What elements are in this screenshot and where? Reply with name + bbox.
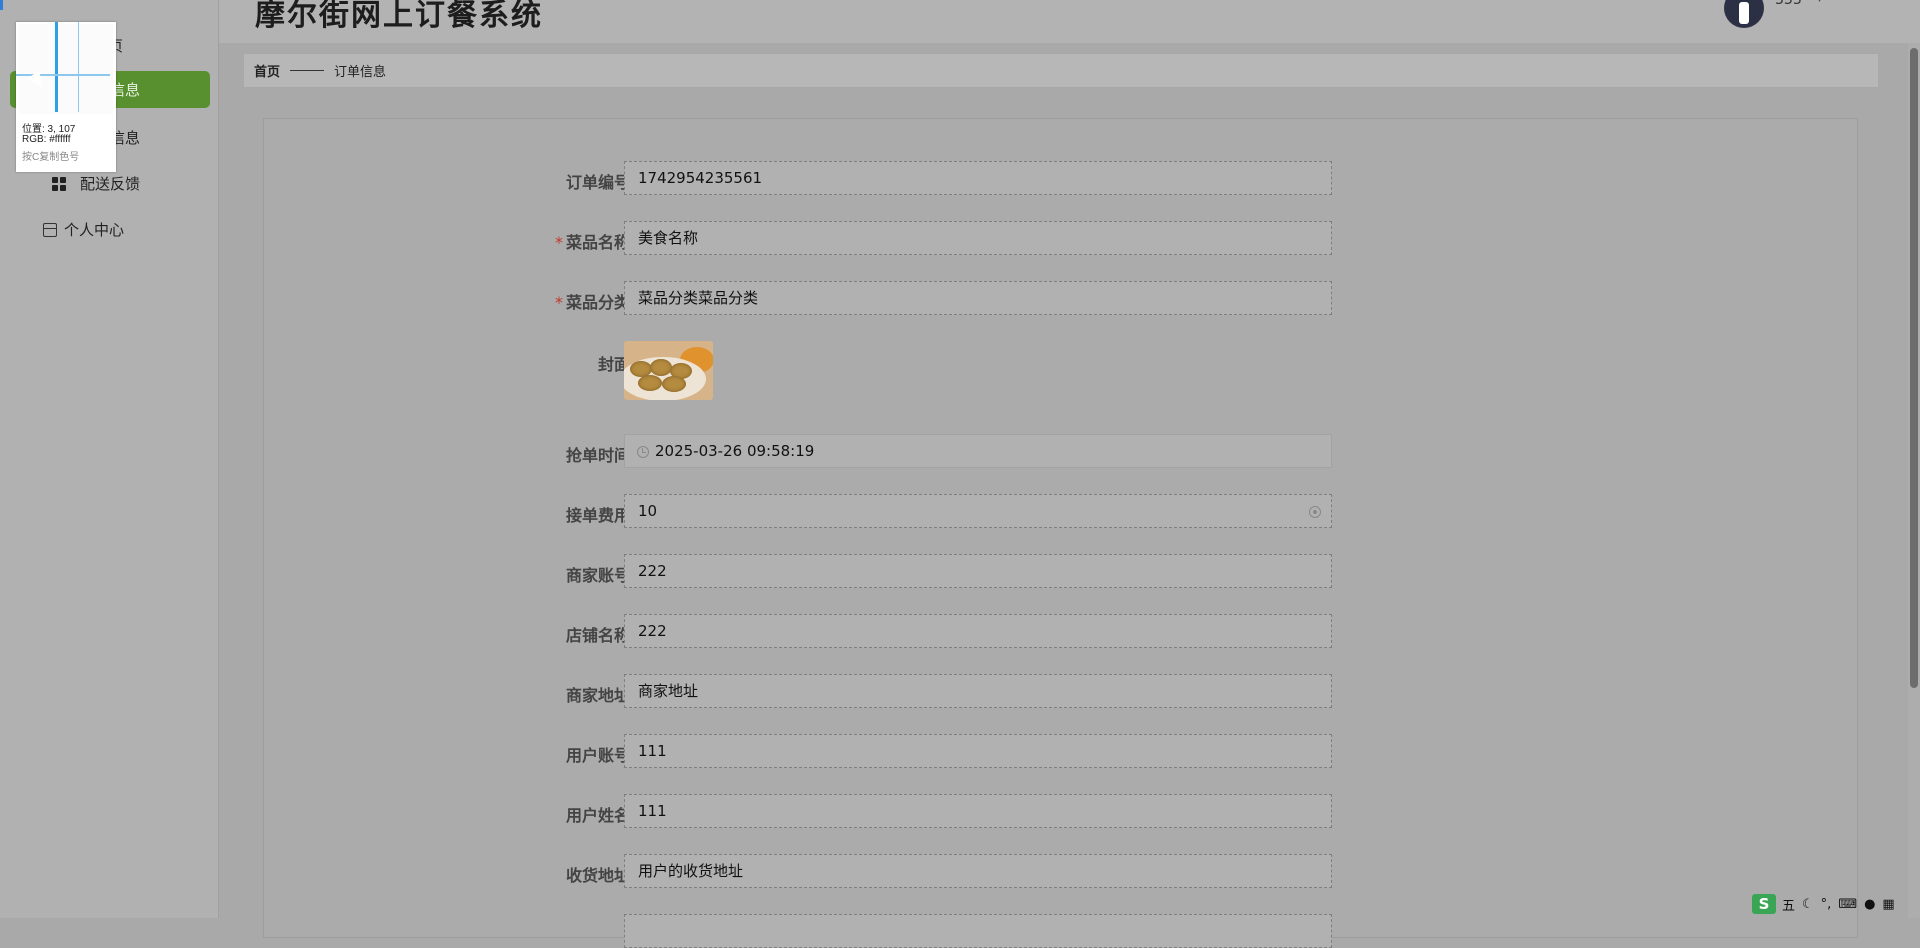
next-field[interactable] xyxy=(624,914,1332,948)
form-row-cover: 封面 xyxy=(264,341,1859,401)
dish-name-field[interactable]: 美食名称 xyxy=(624,221,1332,255)
clear-icon[interactable] xyxy=(1309,506,1321,518)
form-row-merchant-account: 商家账号 222 xyxy=(264,554,1859,588)
moon-icon[interactable]: ☾ xyxy=(1802,897,1814,912)
form-row-order-no: 订单编号 1742954235561 xyxy=(264,161,1859,195)
breadcrumb-current: 订单信息 xyxy=(334,65,387,80)
sidebar-item-label: 配送反馈 xyxy=(80,175,141,193)
merchant-address-field[interactable]: 商家地址 xyxy=(624,674,1332,708)
form-row-dish-category: * 菜品分类 菜品分类菜品分类 xyxy=(264,281,1859,315)
edge-marker xyxy=(0,0,3,10)
scrollbar-thumb[interactable] xyxy=(1910,48,1918,688)
color-picker-magnifier: 位置: 3, 107 RGB: #ffffff 按C复制色号 xyxy=(16,22,116,172)
required-mark: * xyxy=(554,233,563,252)
cover-label: 封面 xyxy=(597,355,630,374)
order-no-field[interactable]: 1742954235561 xyxy=(624,161,1332,195)
form-row-grab-time: 抢单时间 2025-03-26 09:58:19 xyxy=(264,434,1859,468)
ime-mode[interactable]: 五 xyxy=(1782,895,1795,914)
form-row-merchant-address: 商家地址 商家地址 xyxy=(264,674,1859,708)
card-icon xyxy=(43,222,57,237)
magnifier-crosshair-vertical xyxy=(55,22,58,112)
required-mark: * xyxy=(554,293,563,312)
form-row-shop-name: 店铺名称 222 xyxy=(264,614,1859,648)
picker-hint-text: 按C复制色号 xyxy=(22,152,80,163)
grid-icon[interactable]: ▦ xyxy=(1882,897,1894,912)
picker-rgb-text: RGB: #ffffff xyxy=(22,134,71,145)
merchant-account-field[interactable]: 222 xyxy=(624,554,1332,588)
user-icon[interactable]: ● xyxy=(1864,897,1875,912)
grid-icon xyxy=(52,176,66,191)
shop-name-field[interactable]: 222 xyxy=(624,614,1332,648)
avatar[interactable] xyxy=(1724,0,1764,28)
breadcrumb: 首页 订单信息 xyxy=(243,53,1879,88)
breadcrumb-home[interactable]: 首页 xyxy=(254,61,280,80)
grab-time-label: 抢单时间 xyxy=(565,446,630,465)
order-detail-panel: 订单编号 1742954235561 * 菜品名称 美食名称 * 菜品分类 菜品分类… xyxy=(263,118,1859,948)
chevron-down-icon[interactable]: ▾ xyxy=(1817,0,1822,5)
system-tray: S 五 ☾ °, ⌨ ● ▦ xyxy=(1752,890,1920,918)
punctuation-icon[interactable]: °, xyxy=(1821,897,1832,912)
user-name-label: 用户姓名 xyxy=(565,806,630,825)
shipping-address-label: 收货地址 xyxy=(565,866,630,885)
ime-logo-icon[interactable]: S xyxy=(1752,894,1776,914)
clock-icon xyxy=(637,446,649,458)
form-row-fee: 接单费用 10 xyxy=(264,494,1859,528)
grab-time-field[interactable]: 2025-03-26 09:58:19 xyxy=(624,434,1332,468)
shop-name-label: 店铺名称 xyxy=(565,626,630,645)
merchant-account-label: 商家账号 xyxy=(565,566,630,585)
magnifier-swatch xyxy=(19,24,113,114)
form-row-user-account: 用户账号 111 xyxy=(264,734,1859,768)
breadcrumb-separator xyxy=(290,70,325,71)
fee-label: 接单费用 xyxy=(565,506,630,525)
picker-position-text: 位置: 3, 107 xyxy=(22,124,76,135)
user-name-field[interactable]: 111 xyxy=(624,794,1332,828)
app-title: 摩尔街网上订餐系统 xyxy=(255,0,543,33)
grab-time-value: 2025-03-26 09:58:19 xyxy=(655,442,815,460)
form-row-dish-name: * 菜品名称 美食名称 xyxy=(264,221,1859,255)
top-header: 摩尔街网上订餐系统 333 ▾ xyxy=(219,0,1920,43)
cover-image[interactable] xyxy=(624,341,713,400)
order-no-label: 订单编号 xyxy=(565,173,630,192)
dish-name-label: * 菜品名称 xyxy=(554,233,630,252)
sidebar-item-personal-center[interactable]: 个人中心 xyxy=(10,211,210,248)
shipping-address-field[interactable]: 用户的收货地址 xyxy=(624,854,1332,888)
sidebar-item-label: 个人中心 xyxy=(64,221,125,239)
page-scrollbar[interactable] xyxy=(1908,43,1920,918)
user-account-label: 用户账号 xyxy=(565,746,630,765)
dish-category-field[interactable]: 菜品分类菜品分类 xyxy=(624,281,1332,315)
dish-category-label: * 菜品分类 xyxy=(554,293,630,312)
keyboard-icon[interactable]: ⌨ xyxy=(1838,897,1857,912)
fee-field[interactable]: 10 xyxy=(624,494,1332,528)
user-account-field[interactable]: 111 xyxy=(624,734,1332,768)
magnifier-gridline xyxy=(78,22,79,112)
form-row-next xyxy=(264,914,1859,948)
fee-value: 10 xyxy=(638,502,658,520)
user-name[interactable]: 333 xyxy=(1775,0,1802,8)
merchant-address-label: 商家地址 xyxy=(565,686,630,705)
form-row-user-name: 用户姓名 111 xyxy=(264,794,1859,828)
form-row-shipping-address: 收货地址 用户的收货地址 xyxy=(264,854,1859,888)
